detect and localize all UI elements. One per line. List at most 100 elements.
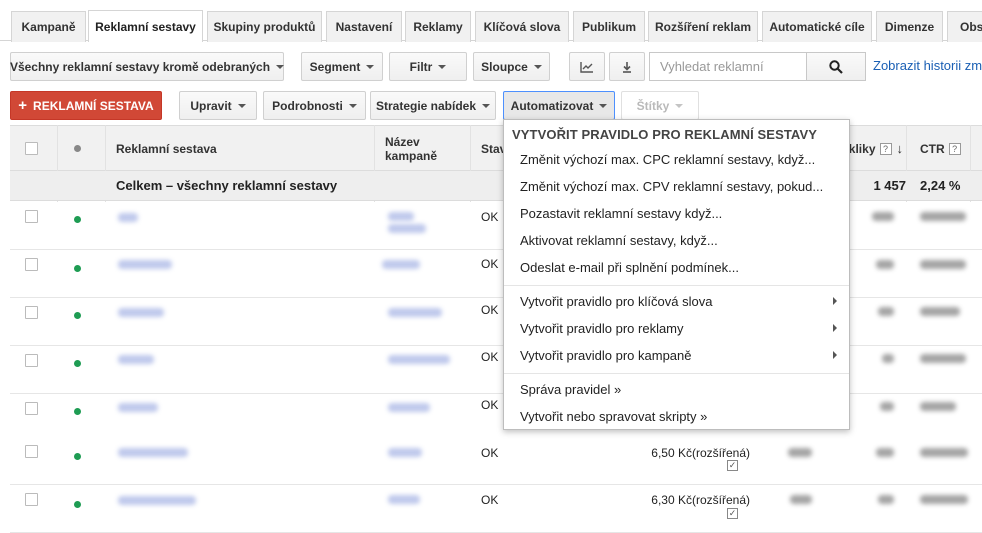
automate-button[interactable]: Automatizovat xyxy=(503,91,615,120)
tab-auto-targets[interactable]: Automatické cíle xyxy=(762,11,872,42)
view-filter-dropdown[interactable]: Všechny reklamní sestavy kromě odebranýc… xyxy=(9,52,285,81)
menu-item-change-cpv[interactable]: Změnit výchozí max. CPV reklamní sestavy… xyxy=(504,173,849,199)
status-text: OK xyxy=(481,350,499,364)
automate-dropdown-menu: VYTVOŘIT PRAVIDLO PRO REKLAMNÍ SESTAVY Z… xyxy=(503,119,850,430)
menu-item-campaign-rule[interactable]: Vytvořit pravidlo pro kampaně xyxy=(504,342,849,368)
menu-item-scripts[interactable]: Vytvořit nebo spravovat skripty » xyxy=(504,403,849,429)
select-all-checkbox[interactable] xyxy=(25,142,38,155)
tab-product-groups[interactable]: Skupiny produktů xyxy=(207,11,322,42)
campaign-name[interactable] xyxy=(382,260,420,269)
columns-button[interactable]: Sloupce xyxy=(473,52,550,81)
menu-divider xyxy=(504,285,849,286)
help-icon[interactable]: ? xyxy=(879,143,892,155)
campaign-name[interactable] xyxy=(388,212,414,221)
help-icon[interactable]: ? xyxy=(948,143,961,155)
status-enabled-dot-icon xyxy=(74,265,81,272)
row-checkbox[interactable] xyxy=(25,258,38,271)
tab-audiences[interactable]: Publikum xyxy=(573,11,645,42)
menu-item-keyword-rule[interactable]: Vytvořit pravidlo pro klíčová slova xyxy=(504,288,849,314)
download-button[interactable] xyxy=(609,52,645,81)
column-header-ad-group[interactable]: Reklamní sestava xyxy=(116,126,217,172)
status-enabled-dot-icon xyxy=(74,360,81,367)
download-icon xyxy=(623,61,631,73)
status-text: OK xyxy=(481,398,499,412)
ad-group-name[interactable] xyxy=(118,355,154,364)
table-row[interactable]: OK 6,30 Kč(rozšířená) ✓ xyxy=(10,485,982,533)
campaign-name[interactable] xyxy=(388,308,442,317)
search-button[interactable] xyxy=(806,52,866,81)
edit-button[interactable]: Upravit xyxy=(179,91,257,120)
tab-keywords[interactable]: Klíčová slova xyxy=(475,11,569,42)
view-change-history-link[interactable]: Zobrazit historii zm xyxy=(873,58,982,73)
menu-item-enable[interactable]: Aktivovat reklamní sestavy, když... xyxy=(504,227,849,253)
campaign-name[interactable] xyxy=(388,403,430,412)
row-checkbox[interactable] xyxy=(25,354,38,367)
add-ad-group-button[interactable]: + REKLAMNÍ SESTAVA xyxy=(10,91,162,120)
view-filter-label: Všechny reklamní sestavy kromě odebranýc… xyxy=(9,59,271,74)
menu-item-send-email[interactable]: Odeslat e-mail při splnění podmínek... xyxy=(504,254,849,280)
tab-ads[interactable]: Reklamy xyxy=(405,11,471,42)
ad-group-name[interactable] xyxy=(118,448,188,457)
tab-ad-groups[interactable]: Reklamní sestavy xyxy=(88,10,203,42)
impressions-value xyxy=(790,495,812,504)
row-checkbox[interactable] xyxy=(25,493,38,506)
max-cpc-bid[interactable]: 6,30 Kč(rozšířená) xyxy=(610,493,750,507)
status-enabled-dot-icon xyxy=(74,453,81,460)
clicks-value xyxy=(882,354,894,363)
status-enabled-dot-icon xyxy=(74,216,81,223)
column-header-ctr[interactable]: CTR ? xyxy=(920,126,982,172)
plus-icon: + xyxy=(18,96,28,114)
search-input[interactable]: Vyhledat reklamní xyxy=(649,52,807,81)
labels-button[interactable]: Štítky xyxy=(621,91,699,120)
menu-item-pause[interactable]: Pozastavit reklamní sestavy když... xyxy=(504,200,849,226)
chevron-down-icon xyxy=(675,103,684,108)
row-checkbox[interactable] xyxy=(25,402,38,415)
tab-more[interactable]: Obs xyxy=(947,11,982,42)
status-text: OK xyxy=(481,446,499,460)
tab-settings[interactable]: Nastavení xyxy=(326,11,402,42)
chart-toggle-button[interactable] xyxy=(569,52,605,81)
filter-label: Filtr xyxy=(409,59,433,74)
tab-ad-extensions[interactable]: Rozšíření reklam xyxy=(648,11,758,42)
row-checkbox[interactable] xyxy=(25,210,38,223)
campaign-name[interactable] xyxy=(388,448,422,457)
ad-group-name[interactable] xyxy=(118,308,164,317)
row-checkbox[interactable] xyxy=(25,445,38,458)
segment-button[interactable]: Segment xyxy=(301,52,383,81)
campaign-name[interactable] xyxy=(388,355,450,364)
clicks-value xyxy=(878,307,894,316)
menu-item-ad-rule[interactable]: Vytvořit pravidlo pro reklamy xyxy=(504,315,849,341)
automate-label: Automatizovat xyxy=(510,98,594,113)
table-row[interactable]: OK 6,50 Kč(rozšířená) ✓ xyxy=(10,437,982,485)
menu-item-change-cpc[interactable]: Změnit výchozí max. CPC reklamní sestavy… xyxy=(504,146,849,172)
chevron-down-icon xyxy=(533,64,542,69)
ad-group-name[interactable] xyxy=(118,260,172,269)
status-text: OK xyxy=(481,210,499,224)
menu-item-label: Vytvořit pravidlo pro reklamy xyxy=(520,320,684,336)
status-dot-header-icon xyxy=(74,145,81,152)
status-text: OK xyxy=(481,257,499,271)
chevron-down-icon xyxy=(348,103,357,108)
status-enabled-dot-icon xyxy=(74,408,81,415)
ad-group-name[interactable] xyxy=(118,496,196,505)
menu-item-manage-rules[interactable]: Správa pravidel » xyxy=(504,376,849,402)
bid-strategy-button[interactable]: Strategie nabídek xyxy=(370,91,496,120)
tab-bar: Kampaně Reklamní sestavy Skupiny produkt… xyxy=(0,0,982,42)
segment-label: Segment xyxy=(309,59,361,74)
impressions-value xyxy=(788,448,812,457)
ad-group-name[interactable] xyxy=(118,403,158,412)
ad-group-name[interactable] xyxy=(118,213,138,222)
tab-campaigns[interactable]: Kampaně xyxy=(11,11,86,42)
clicks-value xyxy=(880,402,894,411)
max-cpc-bid[interactable]: 6,50 Kč(rozšířená) xyxy=(610,446,750,460)
campaign-name[interactable] xyxy=(388,495,420,504)
ctr-value xyxy=(920,495,968,504)
menu-divider xyxy=(504,373,849,374)
filter-button[interactable]: Filtr xyxy=(389,52,467,81)
tab-dimensions[interactable]: Dimenze xyxy=(876,11,943,42)
row-checkbox[interactable] xyxy=(25,306,38,319)
column-header-campaign[interactable]: Název kampaně xyxy=(385,126,445,172)
campaign-name-line2 xyxy=(388,224,426,233)
ctr-value xyxy=(920,307,960,316)
details-button[interactable]: Podrobnosti xyxy=(263,91,366,120)
